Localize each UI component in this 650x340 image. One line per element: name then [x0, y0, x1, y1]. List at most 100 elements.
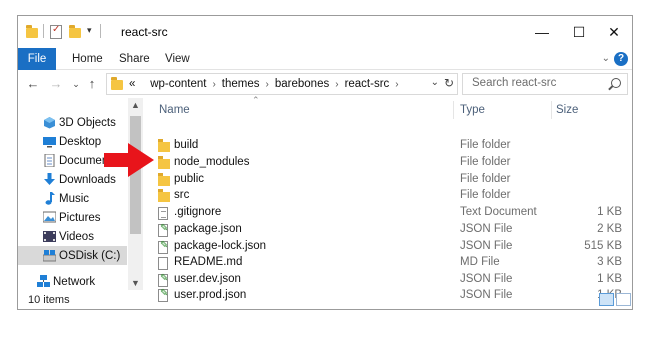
- tab-view[interactable]: View: [165, 48, 190, 70]
- column-header-type[interactable]: Type: [460, 98, 485, 122]
- desktop-icon: [43, 135, 56, 148]
- json-file-icon: [158, 223, 168, 237]
- file-row[interactable]: README.md MD File 3 KB: [144, 255, 632, 272]
- downloads-icon: [43, 173, 56, 186]
- sidebar-item-videos[interactable]: Videos: [18, 227, 127, 246]
- file-row[interactable]: .gitignore Text Document 1 KB: [144, 205, 632, 222]
- sidebar-item-label: OSDisk (C:): [59, 249, 121, 262]
- details-view-icon[interactable]: [599, 293, 614, 306]
- column-divider[interactable]: [453, 101, 454, 119]
- file-name: README.md: [174, 256, 243, 268]
- file-type: Text Document: [460, 206, 537, 218]
- file-size: 515 KB: [584, 240, 622, 252]
- breadcrumb: « wp-content › themes › barebones › react-src ›: [129, 78, 399, 90]
- file-type: JSON File: [460, 273, 513, 285]
- status-bar: 10 items: [18, 290, 632, 310]
- column-header-name[interactable]: Name: [159, 98, 190, 122]
- help-icon[interactable]: ?: [614, 52, 628, 66]
- back-button[interactable]: ←: [24, 75, 42, 93]
- maximize-button[interactable]: ☐: [559, 16, 599, 48]
- sidebar-item-label: Music: [59, 192, 90, 205]
- file-type: File folder: [460, 139, 511, 151]
- file-name: node_modules: [174, 156, 250, 168]
- drive-icon: [42, 249, 57, 262]
- file-size: 1 KB: [597, 206, 622, 218]
- divider: [100, 24, 101, 38]
- file-row[interactable]: package-lock.json JSON File 515 KB: [144, 239, 632, 256]
- sidebar-item-pictures[interactable]: Pictures: [18, 208, 127, 227]
- expand-ribbon-icon[interactable]: ⌄: [602, 53, 610, 64]
- nav-scrollbar[interactable]: ▲ ▼: [128, 98, 143, 290]
- red-arrow-annotation: [104, 143, 154, 177]
- breadcrumb-barebones[interactable]: barebones: [275, 78, 329, 90]
- videos-icon: [43, 230, 56, 243]
- customize-quick-access-icon[interactable]: ▾: [87, 25, 92, 41]
- search-icon: [611, 78, 621, 88]
- file-row[interactable]: src File folder: [144, 188, 632, 205]
- properties-icon[interactable]: [50, 24, 62, 41]
- tab-share[interactable]: Share: [119, 48, 150, 70]
- json-file-icon: [158, 240, 168, 254]
- json-file-icon: [158, 273, 168, 287]
- search-input[interactable]: Search react-src: [462, 73, 628, 95]
- file-name: public: [174, 173, 205, 185]
- pictures-icon: [42, 211, 57, 224]
- network-icon: [37, 275, 50, 288]
- tab-file[interactable]: File: [18, 48, 56, 70]
- file-row[interactable]: build File folder: [144, 138, 632, 155]
- scroll-down-icon[interactable]: ▼: [131, 278, 140, 288]
- address-dropdown-icon[interactable]: ⌄: [431, 77, 439, 88]
- refresh-icon[interactable]: ↻: [444, 76, 454, 90]
- file-name: package-lock.json: [174, 240, 267, 252]
- address-bar[interactable]: « wp-content › themes › barebones › react-src ›…: [106, 73, 458, 95]
- file-row[interactable]: package.json JSON File 2 KB: [144, 222, 632, 239]
- file-icon: [158, 257, 168, 270]
- file-type: MD File: [460, 256, 500, 268]
- title-bar: ▾ react-src — ☐ ✕: [18, 16, 632, 48]
- sidebar-item-label: Videos: [59, 230, 94, 243]
- new-folder-icon[interactable]: [69, 25, 81, 41]
- sidebar-item-osdisk[interactable]: OSDisk (C:): [18, 246, 127, 265]
- tab-home[interactable]: Home: [72, 48, 103, 70]
- folder-icon: [111, 77, 123, 90]
- breadcrumb-wp-content[interactable]: wp-content: [150, 78, 206, 90]
- documents-icon: [43, 153, 56, 168]
- scroll-up-icon[interactable]: ▲: [131, 100, 140, 110]
- sort-ascending-icon: ⌃: [252, 95, 260, 105]
- file-name: src: [174, 189, 190, 201]
- sidebar-item-label: 3D Objects: [59, 116, 116, 129]
- forward-button[interactable]: →: [47, 75, 65, 93]
- breadcrumb-react-src[interactable]: react-src: [345, 78, 390, 90]
- sidebar-item-3d-objects[interactable]: 3D Objects: [18, 113, 127, 132]
- file-type: File folder: [460, 189, 511, 201]
- sidebar-item-network[interactable]: Network: [18, 272, 127, 291]
- text-file-icon: [158, 207, 168, 220]
- navigation-bar: ← → ⌄ ↑ « wp-content › themes › barebones › re…: [18, 70, 632, 98]
- folder-icon: [158, 173, 170, 186]
- item-count: 10 items: [28, 294, 70, 306]
- sidebar-item-music[interactable]: Music: [18, 189, 127, 208]
- file-name: user.dev.json: [174, 273, 241, 285]
- file-size: 2 KB: [597, 223, 622, 235]
- file-row[interactable]: node_modules File folder: [144, 155, 632, 172]
- large-icons-view-icon[interactable]: [616, 293, 631, 306]
- column-header-size[interactable]: Size: [556, 98, 578, 122]
- breadcrumb-themes[interactable]: themes: [222, 78, 260, 90]
- close-button[interactable]: ✕: [594, 16, 634, 48]
- file-row[interactable]: user.dev.json JSON File 1 KB: [144, 272, 632, 289]
- search-placeholder: Search react-src: [472, 77, 557, 89]
- column-divider[interactable]: [551, 101, 552, 119]
- folder-icon: [158, 189, 170, 202]
- breadcrumb-overflow[interactable]: «: [129, 78, 135, 90]
- folder-icon: [26, 25, 38, 41]
- file-row[interactable]: public File folder: [144, 172, 632, 189]
- folder-icon: [158, 139, 170, 152]
- file-name: package.json: [174, 223, 242, 235]
- folder-icon: [158, 156, 170, 169]
- minimize-button[interactable]: —: [522, 16, 562, 48]
- file-type: File folder: [460, 156, 511, 168]
- file-type: JSON File: [460, 223, 513, 235]
- up-button[interactable]: ↑: [83, 75, 101, 93]
- window-title: react-src: [121, 25, 168, 39]
- file-name: build: [174, 139, 199, 151]
